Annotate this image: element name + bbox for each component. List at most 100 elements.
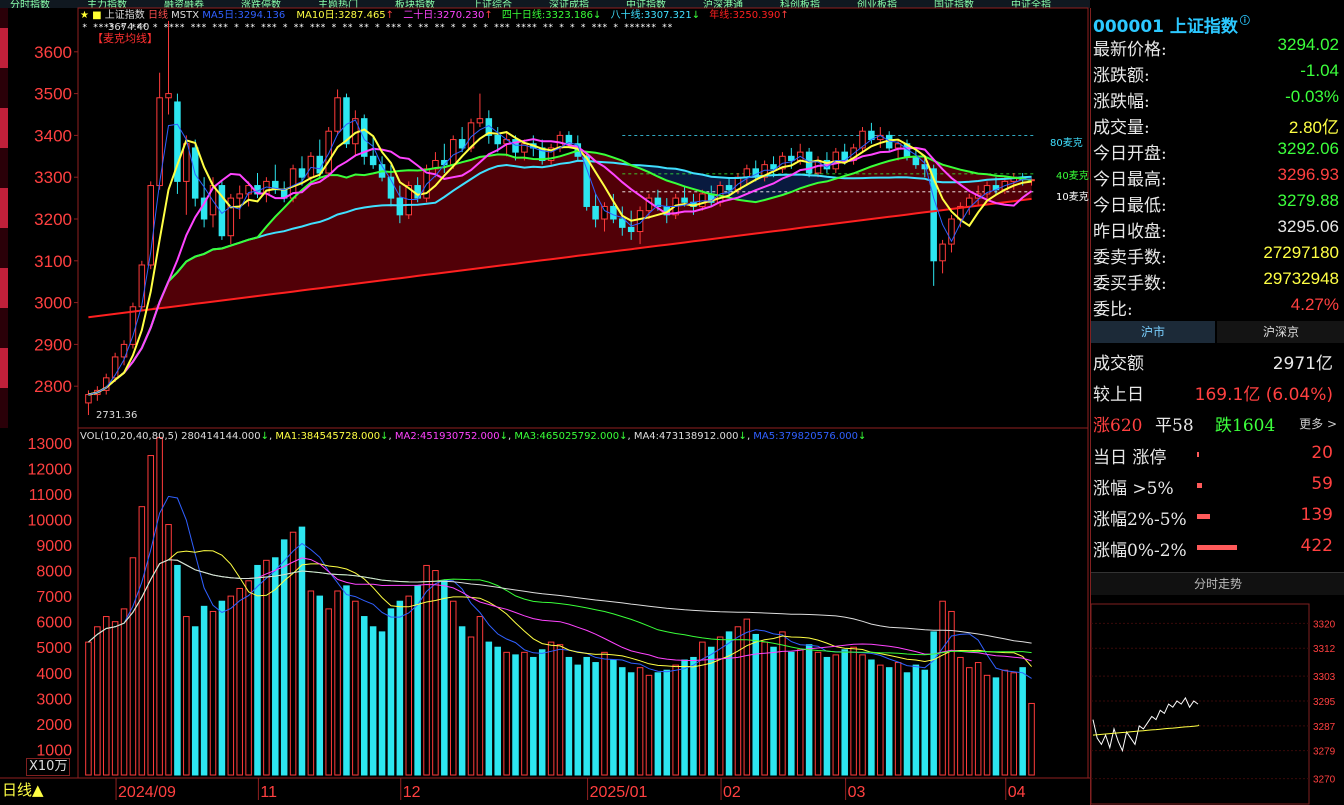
volume-bar[interactable] bbox=[325, 608, 332, 776]
volume-bar[interactable] bbox=[85, 641, 92, 776]
candle[interactable] bbox=[147, 181, 154, 270]
period-button[interactable]: 日线▲ bbox=[2, 780, 44, 800]
volume-bar[interactable] bbox=[289, 531, 297, 776]
volume-bar[interactable] bbox=[672, 664, 679, 776]
volume-bar[interactable] bbox=[138, 506, 146, 776]
volume-bar[interactable] bbox=[458, 626, 466, 776]
candle[interactable] bbox=[538, 139, 546, 165]
limit-row[interactable]: 涨幅 >5% 59 bbox=[1093, 471, 1341, 499]
volume-bar[interactable] bbox=[218, 600, 226, 776]
candle[interactable] bbox=[120, 340, 128, 366]
intraday-chart[interactable]: 3270 3279 3287 3295 3303 3312 3320 bbox=[1091, 596, 1344, 805]
volume-bar[interactable] bbox=[903, 672, 911, 776]
volume-bar[interactable] bbox=[805, 644, 813, 776]
volume-bar[interactable] bbox=[912, 664, 920, 776]
volume-bar[interactable] bbox=[707, 646, 715, 776]
tab-sh-market[interactable]: 沪市 bbox=[1091, 321, 1215, 343]
volume-bar[interactable] bbox=[992, 677, 1000, 776]
volume-bar[interactable] bbox=[316, 595, 324, 776]
limit-row[interactable]: 涨幅2%-5% 139 bbox=[1093, 502, 1341, 530]
volume-bar[interactable] bbox=[352, 600, 359, 776]
candle[interactable] bbox=[227, 193, 235, 245]
volume-bar[interactable] bbox=[663, 669, 671, 776]
volume-bar[interactable] bbox=[405, 595, 413, 776]
volume-bar[interactable] bbox=[788, 651, 795, 776]
candle[interactable] bbox=[939, 239, 946, 274]
volume-bar[interactable] bbox=[538, 649, 546, 776]
volume-bar[interactable] bbox=[512, 654, 519, 776]
tab-sh-sz-bj[interactable]: 沪深京 bbox=[1217, 321, 1344, 343]
volume-bar[interactable] bbox=[209, 610, 217, 776]
volume-bar[interactable] bbox=[885, 667, 893, 776]
volume-bar[interactable] bbox=[654, 672, 662, 776]
volume-bar[interactable] bbox=[859, 654, 866, 776]
volume-bar[interactable] bbox=[227, 595, 235, 776]
volume-bar[interactable] bbox=[94, 626, 101, 776]
legend-indicator[interactable]: MSTX bbox=[171, 10, 199, 21]
volume-bar[interactable] bbox=[894, 662, 902, 776]
volume-bar[interactable] bbox=[521, 651, 528, 776]
intraday-title[interactable]: 分时走势 bbox=[1091, 572, 1344, 595]
volume-bar[interactable] bbox=[387, 608, 395, 776]
legend-period[interactable]: 日线 bbox=[148, 10, 168, 21]
volume-bar[interactable] bbox=[877, 664, 884, 776]
limit-row[interactable]: 涨幅0%-2% 422 bbox=[1093, 533, 1341, 561]
info-icon[interactable]: ⓘ bbox=[1240, 16, 1250, 27]
volume-bar[interactable] bbox=[476, 616, 484, 776]
volume-bar[interactable] bbox=[423, 564, 430, 776]
volume-bar[interactable] bbox=[601, 651, 608, 776]
volume-bar[interactable] bbox=[1028, 702, 1035, 776]
more-link[interactable]: 更多 > bbox=[1299, 415, 1337, 432]
volume-bar[interactable] bbox=[610, 659, 617, 776]
volume-bar[interactable] bbox=[574, 664, 582, 776]
volume-bar[interactable] bbox=[111, 621, 119, 776]
candle[interactable] bbox=[334, 89, 341, 136]
candle[interactable] bbox=[476, 93, 484, 128]
candle[interactable] bbox=[948, 214, 955, 253]
volume-bar[interactable] bbox=[467, 636, 475, 776]
volume-bar[interactable] bbox=[699, 641, 706, 776]
volume-bar[interactable] bbox=[583, 656, 590, 776]
volume-bar[interactable] bbox=[156, 437, 163, 776]
volume-bar[interactable] bbox=[957, 656, 964, 776]
volume-bar[interactable] bbox=[485, 641, 493, 776]
volume-bar[interactable] bbox=[619, 667, 626, 776]
volume-bar[interactable] bbox=[361, 616, 368, 776]
volume-bar[interactable] bbox=[974, 662, 982, 776]
volume-bar[interactable] bbox=[191, 626, 199, 776]
volume-bar[interactable] bbox=[823, 656, 831, 776]
volume-bar[interactable] bbox=[966, 667, 973, 776]
volume-bar[interactable] bbox=[592, 662, 599, 776]
volume-bar[interactable] bbox=[494, 646, 501, 776]
volume-bar[interactable] bbox=[868, 659, 875, 776]
volume-bar[interactable] bbox=[796, 649, 804, 776]
volume-bar[interactable] bbox=[681, 659, 688, 776]
volume-bar[interactable] bbox=[841, 649, 848, 776]
volume-bar[interactable] bbox=[165, 524, 172, 776]
volume-bar[interactable] bbox=[263, 559, 270, 776]
candle[interactable] bbox=[280, 181, 288, 203]
volume-bar[interactable] bbox=[102, 616, 110, 776]
volume-bar[interactable] bbox=[254, 564, 261, 776]
volume-bar[interactable] bbox=[627, 672, 635, 776]
volume-bar[interactable] bbox=[1001, 669, 1009, 776]
volume-bar[interactable] bbox=[752, 633, 759, 776]
volume-bar[interactable] bbox=[761, 641, 768, 776]
volume-bar[interactable] bbox=[814, 651, 822, 776]
volume-bar[interactable] bbox=[645, 674, 653, 776]
mcgann-sub-label[interactable]: 【麦克均线】 bbox=[92, 33, 158, 45]
volume-bar[interactable] bbox=[743, 618, 751, 776]
limit-row[interactable]: 当日 涨停 20 bbox=[1093, 440, 1341, 468]
volume-bar[interactable] bbox=[343, 585, 350, 776]
volume-bar[interactable] bbox=[236, 587, 243, 776]
volume-bar[interactable] bbox=[307, 590, 315, 776]
volume-bar[interactable] bbox=[556, 644, 564, 776]
volume-bar[interactable] bbox=[530, 656, 537, 776]
kline-chart[interactable]: 2800 2900 3000 3100 3200 3300 3400 3500 3600 1000… bbox=[0, 0, 1090, 805]
volume-bar[interactable] bbox=[396, 600, 404, 776]
volume-bar[interactable] bbox=[832, 654, 840, 776]
candle[interactable] bbox=[325, 127, 332, 178]
volume-bar[interactable] bbox=[1019, 667, 1026, 776]
candle[interactable] bbox=[165, 20, 172, 115]
candle[interactable] bbox=[850, 143, 857, 165]
